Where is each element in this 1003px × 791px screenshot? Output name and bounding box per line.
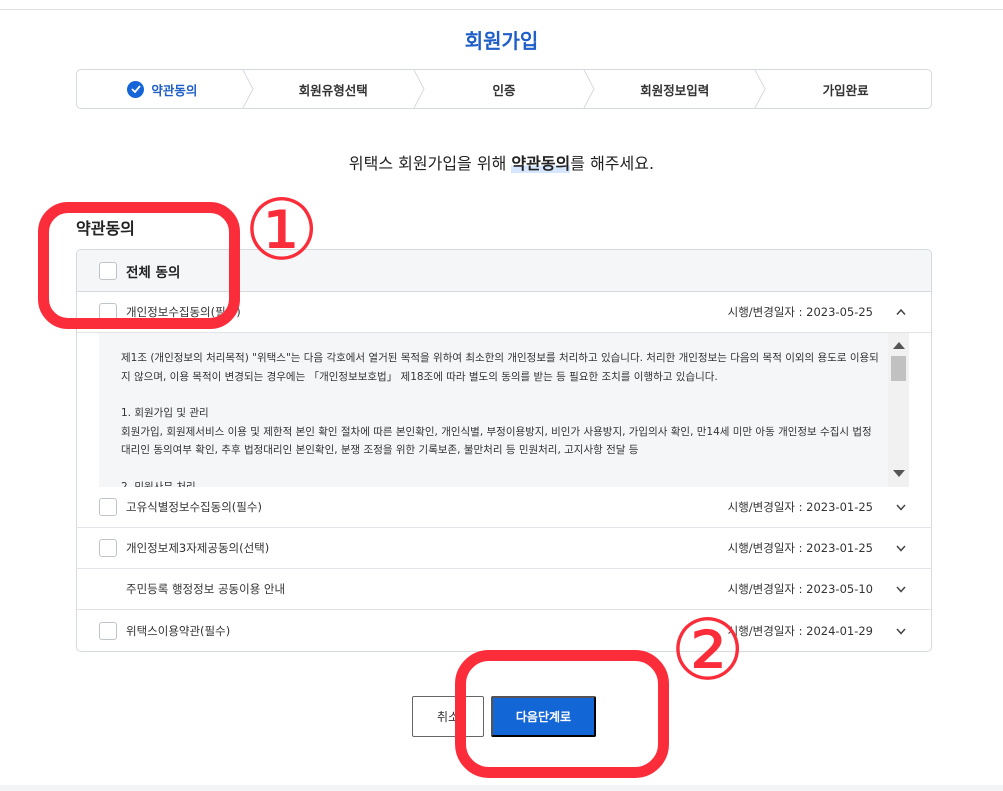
- step-verification: 인증: [419, 70, 595, 108]
- annotation-number-1: ①: [244, 181, 320, 279]
- check-circle-icon: [127, 80, 145, 98]
- term-date: 시행/변경일자 : 2024-01-29: [727, 623, 873, 638]
- term-date: 시행/변경일자 : 2023-05-10: [727, 582, 873, 596]
- annotation-box-1: [38, 202, 240, 329]
- step-label: 가입완료: [822, 82, 869, 98]
- top-divider: [0, 9, 1003, 10]
- detail-paragraph: 회원가입, 회원제서비스 이용 및 제한적 본인 확인 절차에 따른 본인확인,…: [121, 425, 872, 457]
- chevron-up-icon[interactable]: [895, 308, 907, 316]
- footer-strip: [0, 785, 1003, 791]
- step-label: 인증: [492, 82, 516, 98]
- term-rows-rest: 고유식별정보수집동의(필수) 시행/변경일자 : 2023-01-25 개인정보…: [77, 487, 931, 651]
- detail-paragraph: 제1조 (개인정보의 처리목적) "위택스"는 다음 각호에서 열거된 목적을 …: [121, 352, 879, 383]
- term-checkbox[interactable]: [99, 539, 117, 557]
- detail-scrollbar[interactable]: [888, 333, 909, 487]
- term-label: 위택스이용약관(필수): [126, 623, 231, 638]
- step-complete: 가입완료: [760, 70, 931, 108]
- term-row-service-terms[interactable]: 위택스이용약관(필수) 시행/변경일자 : 2024-01-29: [77, 610, 931, 651]
- detail-heading: 1. 회원가입 및 관리: [121, 407, 209, 420]
- term-row-third-party[interactable]: 개인정보제3자제공동의(선택) 시행/변경일자 : 2023-01-25: [77, 528, 931, 569]
- page-title: 회원가입: [464, 29, 539, 53]
- term-detail-content: 제1조 (개인정보의 처리목적) "위택스"는 다음 각호에서 열거된 목적을 …: [99, 333, 909, 487]
- step-label: 회원정보입력: [640, 82, 710, 98]
- guide-suffix: 를 해주세요.: [570, 154, 655, 173]
- term-checkbox[interactable]: [99, 498, 117, 516]
- annotation-box-2: [455, 650, 669, 778]
- term-date: 시행/변경일자 : 2023-01-25: [727, 500, 873, 514]
- step-label: 약관동의: [151, 82, 198, 98]
- term-row-unique-id[interactable]: 고유식별정보수집동의(필수) 시행/변경일자 : 2023-01-25: [77, 487, 931, 528]
- chevron-down-icon[interactable]: [895, 544, 907, 552]
- guide-text: 위택스 회원가입을 위해 약관동의를 해주세요.: [0, 150, 1003, 174]
- term-detail-panel[interactable]: 제1조 (개인정보의 처리목적) "위택스"는 다음 각호에서 열거된 목적을 …: [99, 333, 909, 487]
- term-row-resident-registration[interactable]: 주민등록 행정정보 공동이용 안내 시행/변경일자 : 2023-05-10: [77, 569, 931, 610]
- term-date: 시행/변경일자 : 2023-01-25: [727, 541, 873, 555]
- scroll-thumb[interactable]: [891, 356, 906, 381]
- detail-heading: 2. 민원사무 처리: [121, 480, 196, 487]
- step-terms-agreement: 약관동의: [77, 70, 254, 108]
- step-member-type: 회원유형선택: [248, 70, 425, 108]
- chevron-down-icon[interactable]: [895, 585, 907, 593]
- term-label: 개인정보제3자제공동의(선택): [126, 541, 270, 555]
- step-member-info: 회원정보입력: [589, 70, 766, 108]
- progress-steps: 약관동의 회원유형선택 인증 회원정보입력 가입완료: [76, 69, 932, 109]
- term-label: 고유식별정보수집동의(필수): [126, 500, 262, 514]
- scroll-up-icon[interactable]: [893, 342, 905, 349]
- chevron-down-icon[interactable]: [895, 627, 907, 635]
- guide-highlight: 약관동의: [511, 154, 571, 173]
- scroll-down-icon[interactable]: [893, 470, 905, 477]
- step-label: 회원유형선택: [298, 82, 368, 98]
- annotation-number-2: ②: [670, 601, 746, 699]
- term-label: 주민등록 행정정보 공동이용 안내: [126, 582, 286, 596]
- chevron-down-icon[interactable]: [895, 503, 907, 511]
- guide-prefix: 위택스 회원가입을 위해: [348, 154, 512, 173]
- term-date: 시행/변경일자 : 2023-05-25: [727, 305, 873, 319]
- term-checkbox[interactable]: [99, 621, 117, 640]
